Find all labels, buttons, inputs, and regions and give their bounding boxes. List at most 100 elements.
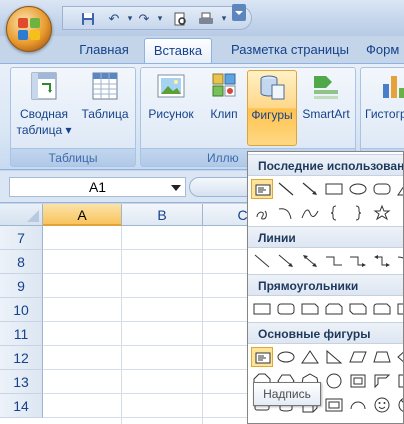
tab-page-layout[interactable]: Разметка страницы	[216, 38, 364, 64]
oval-shape-icon[interactable]	[347, 179, 369, 199]
line-shape-icon[interactable]	[275, 179, 297, 199]
bevel-shape-icon[interactable]	[323, 395, 345, 415]
curved-arrow-connector-shape-icon[interactable]	[395, 251, 403, 271]
shape-tooltip: Надпись	[253, 382, 321, 406]
picture-icon	[155, 70, 187, 102]
save-icon[interactable]	[79, 10, 97, 27]
rounded-rectangle-shape-icon[interactable]	[275, 299, 297, 319]
row-header[interactable]: 13	[0, 370, 43, 394]
row-header[interactable]: 7	[0, 226, 43, 250]
redo-dropdown-icon[interactable]: ▾	[151, 10, 169, 27]
elbow-double-arrow-connector-shape-icon[interactable]	[371, 251, 393, 271]
right-triangle-shape-icon[interactable]	[323, 347, 345, 367]
gridline	[202, 226, 203, 424]
column-chart-button[interactable]: Гистогр	[363, 70, 404, 146]
name-box[interactable]: A1	[9, 177, 186, 197]
clip-art-icon	[208, 70, 240, 102]
half-frame-shape-icon[interactable]	[371, 371, 393, 391]
rectangle-shape-icon[interactable]	[251, 299, 273, 319]
select-all-corner[interactable]	[0, 204, 43, 226]
quick-print-icon[interactable]	[197, 10, 215, 27]
row-header[interactable]: 14	[0, 394, 43, 418]
customize-qat-icon[interactable]	[232, 4, 246, 21]
triangle-shape-icon[interactable]	[299, 347, 321, 367]
chevron-down-icon[interactable]	[171, 185, 181, 191]
rounded-rectangle-shape-icon[interactable]	[371, 179, 393, 199]
row-header[interactable]: 10	[0, 298, 43, 322]
picture-label: Рисунок	[148, 107, 194, 121]
curved-connector-shape-icon[interactable]	[275, 203, 297, 223]
title-bar: ↶ ▾ ↷ ▾ ▾	[0, 0, 404, 36]
shapes-button[interactable]: Фигуры	[247, 70, 297, 146]
row-header[interactable]: 12	[0, 346, 43, 370]
snip-round-rectangle-shape-icon[interactable]	[371, 299, 393, 319]
section-lines: Линии	[248, 226, 403, 248]
tab-home[interactable]: Главная	[66, 38, 142, 64]
rectangles-row	[251, 297, 403, 321]
curve-shape-icon[interactable]	[299, 203, 321, 223]
oval-shape-icon[interactable]	[275, 347, 297, 367]
name-box-value: A1	[88, 179, 107, 195]
smiley-face-shape-icon[interactable]	[371, 395, 393, 415]
round-single-corner-rectangle-shape-icon[interactable]	[395, 299, 403, 319]
snip-corner-rectangle-shape-icon[interactable]	[299, 299, 321, 319]
pivot-table-label-1: Сводная	[19, 107, 69, 121]
snip-same-side-rectangle-shape-icon[interactable]	[323, 299, 345, 319]
left-brace-shape-icon[interactable]	[323, 203, 345, 223]
group-tables: Сводная таблица ▾ Таблица Таблицы	[10, 67, 136, 167]
right-brace-shape-icon[interactable]	[347, 203, 369, 223]
picture-button[interactable]: Рисунок	[143, 70, 199, 146]
smartart-label: SmartArt	[302, 107, 350, 121]
recent-shapes-row-2	[251, 201, 403, 225]
textbox-shape-icon[interactable]	[251, 179, 273, 199]
pivot-table-label-2: таблица ▾	[16, 123, 72, 137]
arrow-shape-icon[interactable]	[275, 251, 297, 271]
tab-insert[interactable]: Вставка	[144, 38, 212, 64]
row-header[interactable]: 11	[0, 322, 43, 346]
pivot-table-icon	[28, 70, 60, 102]
table-icon	[89, 70, 121, 102]
triangle-shape-icon[interactable]	[395, 179, 403, 199]
smartart-icon	[310, 70, 342, 102]
shapes-icon	[256, 71, 288, 103]
star-shape-icon[interactable]	[371, 203, 393, 223]
freeform-shape-icon[interactable]	[251, 203, 273, 223]
l-shape-icon[interactable]	[395, 371, 403, 391]
tab-formulas[interactable]: Форм	[366, 38, 404, 64]
frame-shape-icon[interactable]	[347, 371, 369, 391]
section-rectangles: Прямоугольники	[248, 274, 403, 296]
parallelogram-shape-icon[interactable]	[347, 347, 369, 367]
print-dropdown-icon[interactable]: ▾	[215, 10, 233, 27]
office-button[interactable]	[6, 6, 52, 52]
textbox-shape-icon[interactable]	[251, 347, 273, 367]
column-header-b[interactable]: B	[122, 204, 203, 226]
column-chart-icon	[377, 70, 404, 102]
line-shape-icon[interactable]	[251, 251, 273, 271]
elbow-connector-shape-icon[interactable]	[323, 251, 345, 271]
rectangle-shape-icon[interactable]	[323, 179, 345, 199]
arc-shape-icon[interactable]	[347, 395, 369, 415]
no-symbol-shape-icon[interactable]	[395, 395, 403, 415]
section-recent-shapes: Последние использованные фигуры	[248, 154, 403, 176]
table-button[interactable]: Таблица	[77, 70, 133, 146]
row-header[interactable]: 9	[0, 274, 43, 298]
elbow-arrow-connector-shape-icon[interactable]	[347, 251, 369, 271]
office-logo-icon	[18, 18, 40, 40]
clip-art-button[interactable]: Клип	[201, 70, 247, 146]
recent-shapes-row-1	[251, 177, 403, 201]
print-preview-icon[interactable]	[171, 10, 189, 27]
double-arrow-shape-icon[interactable]	[299, 251, 321, 271]
snip-diagonal-rectangle-shape-icon[interactable]	[347, 299, 369, 319]
decagon-shape-icon[interactable]	[323, 371, 345, 391]
pivot-table-button[interactable]: Сводная таблица ▾	[13, 70, 75, 146]
trapezoid-shape-icon[interactable]	[371, 347, 393, 367]
clip-art-label: Клип	[210, 107, 238, 121]
basic-shapes-row-1	[251, 345, 403, 369]
gridline	[121, 226, 122, 424]
smartart-button[interactable]: SmartArt	[297, 70, 355, 146]
arrow-shape-icon[interactable]	[299, 179, 321, 199]
diamond-shape-icon[interactable]	[395, 347, 403, 367]
column-header-a[interactable]: A	[43, 204, 122, 226]
table-label: Таблица	[81, 107, 129, 121]
row-header[interactable]: 8	[0, 250, 43, 274]
